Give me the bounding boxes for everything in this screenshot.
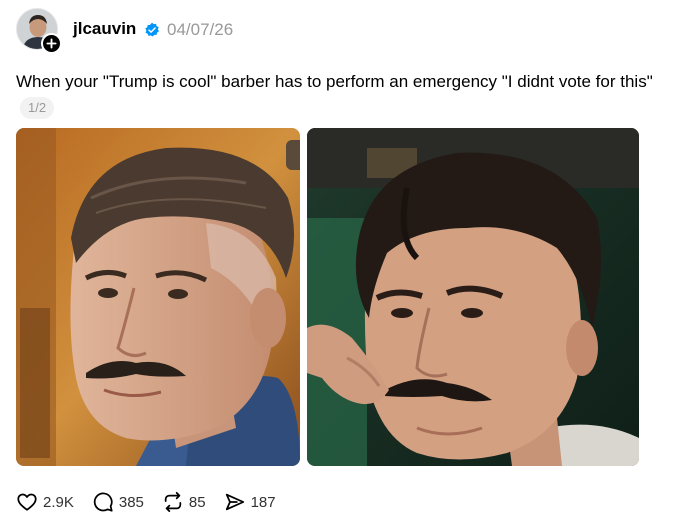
plus-icon bbox=[46, 38, 57, 49]
share-button[interactable]: 187 bbox=[224, 491, 276, 513]
post-actions-bar: 2.9K 385 85 187 bbox=[16, 489, 294, 515]
like-count: 2.9K bbox=[43, 493, 74, 511]
username[interactable]: jlcauvin bbox=[73, 19, 136, 39]
share-count: 187 bbox=[250, 493, 276, 511]
post-card: jlcauvin 04/07/26 When your "Trump is co… bbox=[0, 0, 700, 526]
follow-plus-button[interactable] bbox=[41, 33, 62, 54]
post-image-2[interactable] bbox=[307, 128, 639, 466]
reply-count: 385 bbox=[118, 493, 144, 511]
comment-icon bbox=[93, 492, 113, 512]
repost-button[interactable]: 85 bbox=[162, 491, 206, 513]
heart-icon bbox=[17, 493, 37, 511]
like-button[interactable]: 2.9K bbox=[16, 491, 74, 513]
send-icon bbox=[225, 493, 244, 511]
caption-text: When your "Trump is cool" barber has to … bbox=[16, 72, 653, 91]
photo-mustache-twirl bbox=[307, 128, 639, 466]
page-counter-badge: 1/2 bbox=[20, 96, 55, 119]
photo-barber-haircut bbox=[16, 128, 300, 466]
repost-icon bbox=[164, 491, 182, 513]
avatar[interactable] bbox=[16, 8, 62, 54]
post-image-1[interactable] bbox=[16, 128, 300, 466]
verified-badge-icon bbox=[145, 22, 159, 37]
reply-button[interactable]: 385 bbox=[92, 491, 144, 513]
post-date[interactable]: 04/07/26 bbox=[167, 20, 233, 40]
repost-count: 85 bbox=[188, 493, 206, 511]
post-caption: When your "Trump is cool" barber has to … bbox=[16, 68, 692, 122]
